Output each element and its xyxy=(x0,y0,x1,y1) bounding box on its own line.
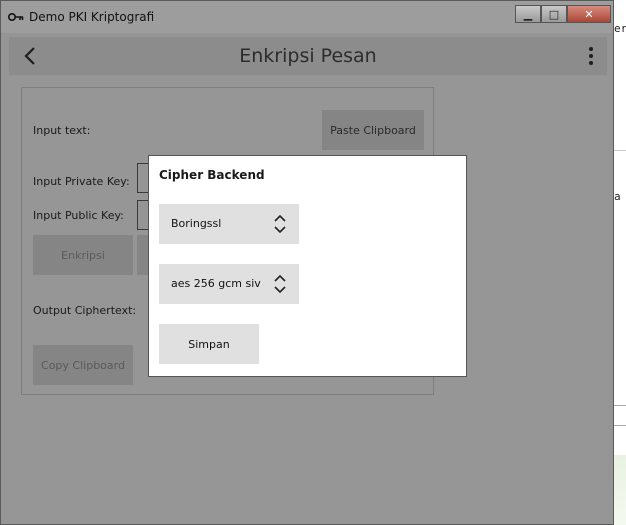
close-button[interactable]: ✕ xyxy=(567,5,611,23)
backend-select[interactable]: Boringssl xyxy=(159,204,299,244)
minimize-button[interactable]: ▁ xyxy=(515,5,541,23)
app-header: Enkripsi Pesan xyxy=(9,37,607,75)
window-title: Demo PKI Kriptografi xyxy=(29,10,155,24)
cipher-select[interactable]: aes 256 gcm siv xyxy=(159,264,299,304)
save-button[interactable]: Simpan xyxy=(159,324,259,364)
divider xyxy=(612,425,626,426)
background-window: er a xyxy=(612,0,626,525)
paste-clipboard-button[interactable]: Paste Clipboard xyxy=(322,110,424,150)
key-icon xyxy=(8,13,24,21)
title-bar[interactable]: Demo PKI Kriptografi ▁ □ ✕ xyxy=(1,1,613,33)
copy-clipboard-button[interactable]: Copy Clipboard xyxy=(33,345,133,385)
dialog-title: Cipher Backend xyxy=(159,168,265,182)
chevron-up-down-icon xyxy=(274,214,286,234)
input-text-label: Input text: xyxy=(33,124,91,137)
divider xyxy=(612,150,626,151)
background-panel xyxy=(612,455,626,525)
private-key-label: Input Private Key: xyxy=(33,175,130,188)
background-text: er xyxy=(614,22,626,35)
output-ciphertext-label: Output Ciphertext: xyxy=(33,304,137,317)
page-title: Enkripsi Pesan xyxy=(239,45,377,67)
cipher-select-value: aes 256 gcm siv xyxy=(171,277,261,290)
divider xyxy=(612,405,626,406)
window-controls: ▁ □ ✕ xyxy=(515,5,611,23)
maximize-button[interactable]: □ xyxy=(541,5,567,23)
background-text: a xyxy=(614,190,621,203)
cipher-backend-dialog: Cipher Backend Boringssl aes 256 gcm siv… xyxy=(148,155,467,377)
public-key-label: Input Public Key: xyxy=(33,209,124,222)
backend-select-value: Boringssl xyxy=(171,217,222,230)
more-vertical-icon[interactable] xyxy=(589,47,593,65)
encrypt-button[interactable]: Enkripsi xyxy=(33,235,133,275)
chevron-up-down-icon xyxy=(274,274,286,294)
